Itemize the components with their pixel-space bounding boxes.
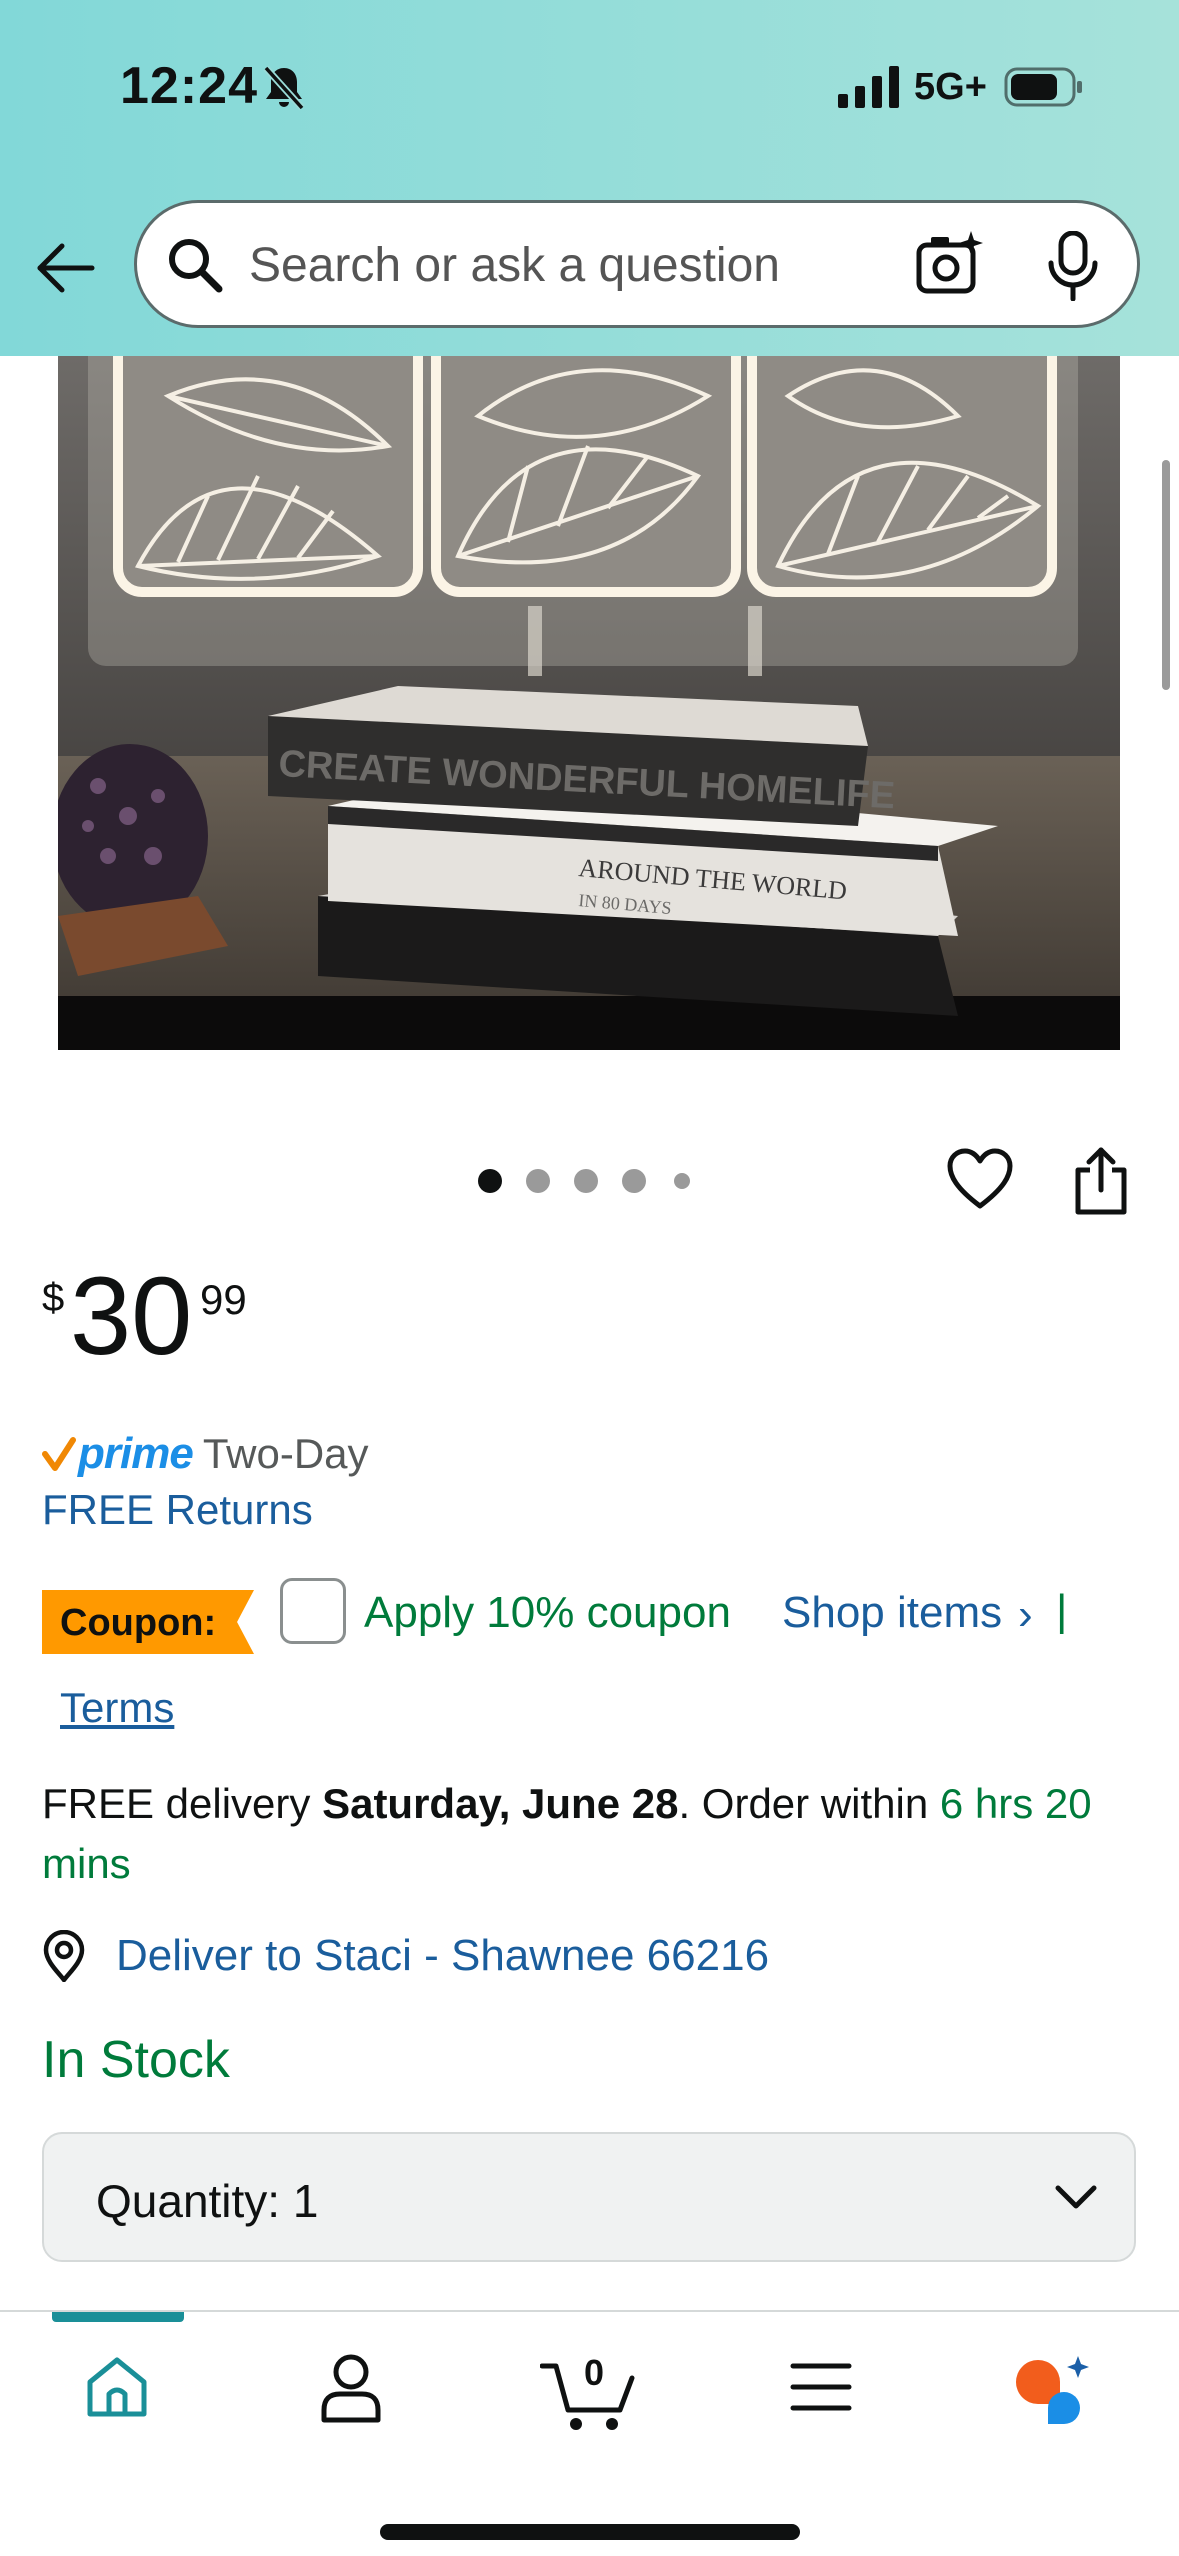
deliver-to-label[interactable]: Deliver to Staci - Shawnee 66216 (116, 1931, 769, 1981)
carousel-dot[interactable] (622, 1169, 646, 1193)
quantity-dropdown[interactable]: Quantity: 1 (42, 2132, 1136, 2262)
microphone-icon[interactable] (1041, 231, 1105, 301)
free-returns-link[interactable]: FREE Returns (42, 1486, 313, 1534)
nav-active-indicator (52, 2312, 184, 2322)
carousel-indicator[interactable] (478, 1166, 718, 1196)
search-input[interactable] (249, 233, 929, 297)
carousel-dot[interactable] (526, 1169, 550, 1193)
rufus-assistant-icon[interactable] (1014, 2352, 1094, 2428)
location-pin-icon (43, 1930, 85, 1982)
carousel-dot-active[interactable] (478, 1169, 502, 1193)
prime-check-icon (42, 1437, 76, 1471)
coupon-checkbox[interactable] (280, 1578, 346, 1644)
prime-badge: prime Two-Day (42, 1424, 369, 1484)
coupon-badge-label: Coupon: (60, 1602, 217, 1644)
carousel-dot[interactable] (574, 1169, 598, 1193)
prime-logo-text: prime (78, 1429, 194, 1478)
bell-slash-icon (263, 65, 305, 111)
camera-icon[interactable] (913, 227, 987, 301)
deliver-to-location[interactable]: Deliver to Staci - Shawnee 66216 (40, 1926, 769, 1986)
coupon-badge: Coupon: (42, 1590, 254, 1654)
delivery-mid: . Order within (678, 1780, 940, 1827)
scrollbar[interactable] (1162, 460, 1170, 690)
quantity-label: Quantity: 1 (96, 2175, 319, 2227)
carousel-dot[interactable] (674, 1173, 690, 1189)
prime-shipping: Two-Day (202, 1430, 369, 1477)
price-fraction: 99 (200, 1276, 247, 1323)
account-icon[interactable] (318, 2352, 384, 2424)
price-whole: 30 (70, 1255, 193, 1378)
share-icon[interactable] (1070, 1146, 1132, 1216)
coupon-terms-link[interactable]: Terms (60, 1684, 174, 1732)
search-icon (169, 239, 223, 293)
coupon-separator: | (1056, 1586, 1068, 1635)
search-bar[interactable] (134, 200, 1140, 328)
delivery-message: FREE delivery Saturday, June 28. Order w… (42, 1774, 1122, 1894)
product-image[interactable]: AROUND THE WORLD IN 80 DAYS CREATE WONDE… (58, 356, 1120, 1050)
cart-button[interactable]: 0 (539, 2352, 636, 2432)
network-type: 5G+ (914, 66, 987, 108)
cart-count: 0 (584, 2352, 605, 2393)
chevron-right-icon: › (1018, 1590, 1033, 1639)
home-indicator (380, 2524, 800, 2540)
shop-items-link[interactable]: Shop items (782, 1588, 1002, 1638)
stock-status: In Stock (42, 2031, 230, 2089)
back-arrow-icon[interactable] (34, 236, 98, 300)
home-icon[interactable] (82, 2352, 152, 2422)
signal-icon (838, 66, 899, 108)
delivery-date: Saturday, June 28 (322, 1780, 679, 1827)
status-time: 12:24 (120, 57, 258, 115)
chevron-down-icon (1055, 2185, 1097, 2209)
bottom-navigation: 0 (0, 2310, 1179, 2556)
battery-icon (1004, 67, 1082, 107)
heart-icon[interactable] (946, 1148, 1014, 1212)
delivery-prefix: FREE delivery (42, 1780, 323, 1827)
header: 12:24 5G+ (0, 0, 1179, 356)
menu-icon[interactable] (790, 2360, 852, 2414)
product-photo: AROUND THE WORLD IN 80 DAYS CREATE WONDE… (58, 356, 1120, 1050)
price-currency: $ (42, 1276, 65, 1320)
quantity-value: 1 (292, 2175, 319, 2227)
apply-coupon-label[interactable]: Apply 10% coupon (364, 1588, 731, 1638)
